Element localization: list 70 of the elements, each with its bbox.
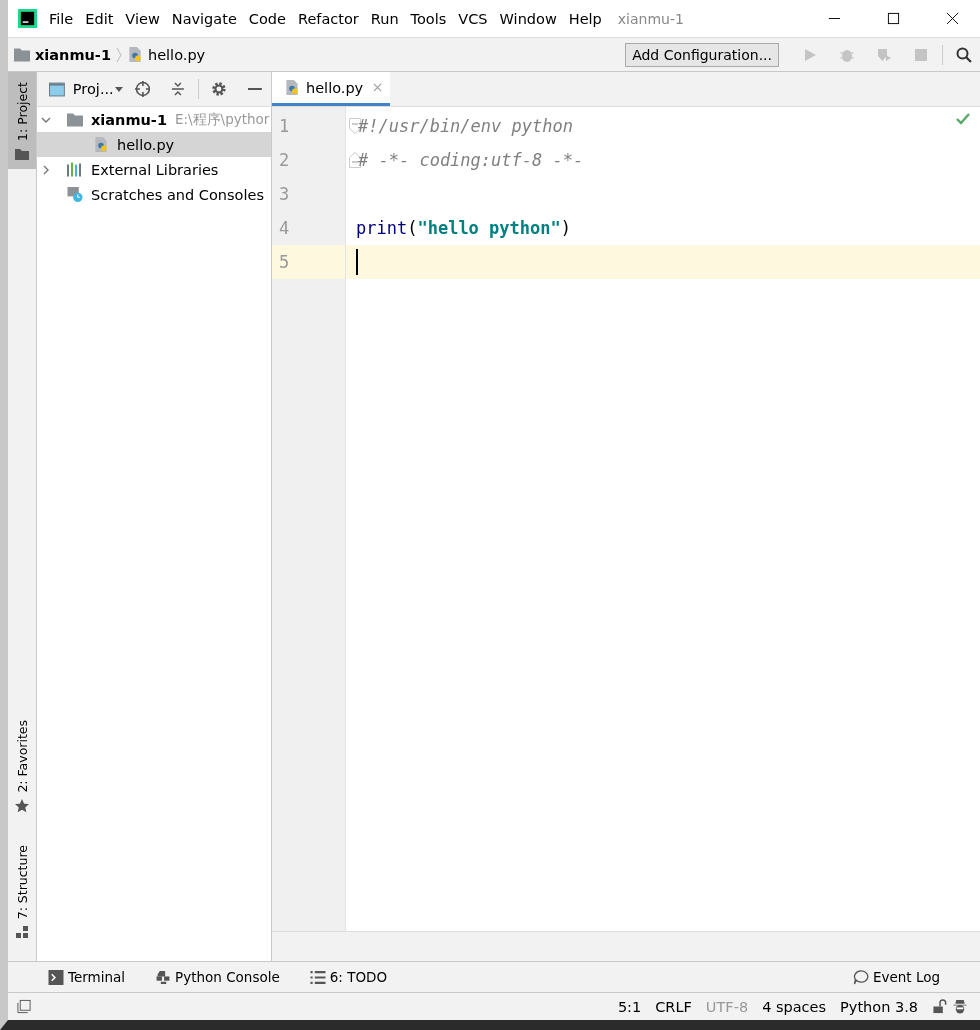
folder-icon	[15, 146, 29, 161]
menu-item[interactable]: Run	[370, 10, 399, 27]
tree-item[interactable]: xianmu-1 E:\程序\pythor	[37, 107, 271, 132]
speech-bubble-icon	[852, 969, 869, 985]
tool-window-tab[interactable]: 2: Favorites	[8, 710, 36, 821]
panel-toggle-icon[interactable]	[16, 999, 32, 1014]
text-cursor	[356, 249, 358, 275]
lock-icon[interactable]	[932, 999, 948, 1014]
line-number: 5	[272, 245, 345, 279]
menu-item[interactable]: Code	[248, 10, 286, 27]
app-logo-icon	[18, 9, 37, 28]
menu-item[interactable]: Window	[499, 10, 557, 27]
menu-item[interactable]: Tools	[410, 10, 447, 27]
window-title: xianmu-1	[617, 10, 684, 27]
add-configuration-button[interactable]: Add Configuration...	[625, 42, 779, 67]
check-icon	[956, 113, 970, 125]
editor-tab[interactable]: hello.py	[272, 72, 391, 106]
breadcrumb[interactable]: xianmu-1	[35, 46, 111, 63]
status-item[interactable]: Python 3.8	[840, 998, 918, 1015]
menu-item[interactable]: View	[125, 10, 160, 27]
menu-item[interactable]: Navigate	[171, 10, 237, 27]
chevron-icon	[116, 46, 122, 63]
status-item[interactable]: CRLF	[655, 998, 692, 1015]
maximize-icon[interactable]	[887, 12, 900, 25]
tool-window-tab[interactable]: 7: Structure	[8, 834, 36, 947]
tree-item[interactable]: Scratches and Consoles	[37, 182, 271, 207]
settings-icon[interactable]	[211, 81, 228, 97]
collapse-icon[interactable]	[170, 81, 187, 97]
menu-item[interactable]: File	[49, 10, 74, 27]
structure-icon	[15, 925, 29, 939]
code-line: # -*- coding:utf-8 -*-	[358, 150, 584, 170]
caret-icon[interactable]	[114, 86, 123, 92]
line-number: 4	[278, 217, 291, 240]
window-icon	[49, 81, 65, 97]
folder-icon	[14, 47, 30, 62]
menu-item[interactable]: Edit	[85, 10, 114, 27]
search-icon[interactable]	[956, 46, 972, 63]
tree-item[interactable]: hello.py	[37, 132, 271, 157]
code-line: #!/usr/bin/env python	[358, 116, 573, 136]
tree-item[interactable]: External Libraries	[37, 157, 271, 182]
tool-window-button[interactable]: Terminal	[48, 969, 126, 985]
line-number: 2	[278, 149, 291, 172]
event-log-button[interactable]: Event Log	[852, 969, 940, 985]
menu-item[interactable]: VCS	[458, 10, 488, 27]
line-number: 3	[278, 183, 291, 206]
chevron-icon[interactable]	[41, 164, 51, 175]
status-item[interactable]: 5:1	[617, 998, 642, 1015]
scratch-clock-icon	[67, 187, 83, 202]
project-tool-tab[interactable]: 1: Project	[8, 72, 36, 169]
star-icon	[15, 798, 29, 813]
python-file-icon	[284, 80, 300, 95]
python-file-icon	[127, 47, 143, 62]
code-line: print("hello python")	[356, 218, 571, 238]
menu-item[interactable]: Refactor	[297, 10, 359, 27]
library-icon	[67, 162, 83, 177]
line-number: 1	[278, 115, 291, 138]
breadcrumb[interactable]: hello.py	[148, 46, 206, 63]
crosshair-icon[interactable]	[134, 81, 151, 97]
python-icon	[155, 969, 172, 985]
tool-window-button[interactable]: Python Console	[155, 969, 280, 985]
tool-window-button[interactable]: 6: TODO	[309, 969, 388, 985]
close-icon[interactable]	[946, 12, 959, 25]
folder-icon	[67, 112, 83, 127]
status-item[interactable]: 4 spaces	[762, 998, 827, 1015]
list-icon	[309, 969, 326, 985]
menu-item[interactable]: Help	[568, 10, 602, 27]
project-view-dropdown[interactable]: Proj...	[72, 81, 114, 97]
inspector-icon[interactable]	[952, 999, 968, 1014]
terminal-icon	[48, 969, 64, 985]
python-file-icon	[93, 137, 109, 152]
